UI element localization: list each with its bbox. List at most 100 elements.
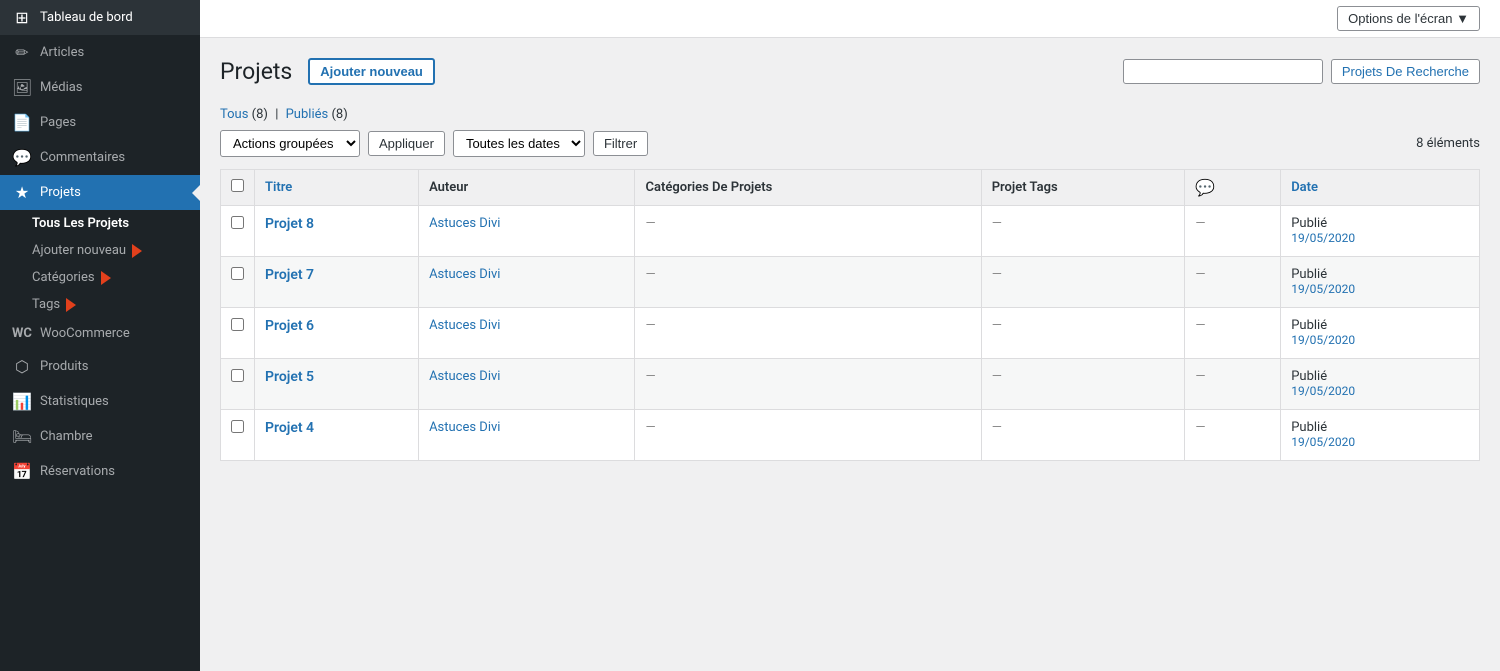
chambre-icon: 🛏 xyxy=(12,427,32,446)
project-link[interactable]: Projet 5 xyxy=(265,369,314,385)
row-categories-cell: — xyxy=(635,257,981,308)
submenu-item-ajouter-nouveau[interactable]: Ajouter nouveau xyxy=(0,237,200,264)
pages-icon: 📄 xyxy=(12,113,32,132)
search-input[interactable] xyxy=(1123,59,1323,84)
row-checkbox-cell xyxy=(221,359,255,410)
row-checkbox-cell xyxy=(221,257,255,308)
author-link[interactable]: Astuces Divi xyxy=(429,318,500,333)
categories-value: — xyxy=(645,216,655,231)
row-tags-cell: — xyxy=(981,257,1185,308)
row-auteur-cell: Astuces Divi xyxy=(419,206,635,257)
sidebar-item-pages[interactable]: 📄 Pages xyxy=(0,105,200,140)
all-count: (8) xyxy=(252,107,268,122)
published-filter-link[interactable]: Publiés xyxy=(286,107,329,122)
project-link[interactable]: Projet 6 xyxy=(265,318,314,334)
row-checkbox[interactable] xyxy=(231,216,244,229)
date-status: Publié xyxy=(1291,318,1327,333)
tags-value: — xyxy=(992,267,1002,282)
row-checkbox[interactable] xyxy=(231,369,244,382)
categories-value: — xyxy=(645,267,655,282)
comments-value: — xyxy=(1195,318,1205,333)
row-checkbox-cell xyxy=(221,410,255,461)
projects-table: Titre Auteur Catégories De Projets Proje… xyxy=(220,169,1480,461)
appliquer-button[interactable]: Appliquer xyxy=(368,131,445,156)
date-link[interactable]: 19/05/2020 xyxy=(1291,282,1355,296)
red-arrow-categories xyxy=(101,271,111,285)
row-comments-cell: — xyxy=(1185,257,1281,308)
row-date-cell: Publié 19/05/2020 xyxy=(1281,206,1480,257)
comment-icon: 💬 xyxy=(1195,178,1215,197)
filtrer-button[interactable]: Filtrer xyxy=(593,131,648,156)
woocommerce-icon: WC xyxy=(12,326,32,341)
table-body: Projet 8 Astuces Divi — — — Publié 19/05… xyxy=(221,206,1480,461)
row-tags-cell: — xyxy=(981,308,1185,359)
sidebar-item-reservations[interactable]: 📅 Réservations xyxy=(0,454,200,489)
submenu-header: Tous Les Projets xyxy=(0,210,200,237)
commentaires-icon: 💬 xyxy=(12,148,32,167)
project-link[interactable]: Projet 8 xyxy=(265,216,314,232)
author-link[interactable]: Astuces Divi xyxy=(429,267,500,282)
titre-header[interactable]: Titre xyxy=(255,170,419,206)
auteur-header: Auteur xyxy=(419,170,635,206)
actions-groupees-select[interactable]: Actions groupées xyxy=(220,130,360,157)
row-tags-cell: — xyxy=(981,359,1185,410)
options-de-lecran-button[interactable]: Options de l'écran ▼ xyxy=(1337,6,1480,31)
add-new-button[interactable]: Ajouter nouveau xyxy=(308,58,435,85)
statistiques-icon: 📊 xyxy=(12,392,32,411)
author-link[interactable]: Astuces Divi xyxy=(429,216,500,231)
sidebar-item-woocommerce[interactable]: WC WooCommerce xyxy=(0,318,200,349)
topbar: Options de l'écran ▼ xyxy=(200,0,1500,38)
date-status: Publié xyxy=(1291,420,1327,435)
row-checkbox[interactable] xyxy=(231,420,244,433)
date-link[interactable]: 19/05/2020 xyxy=(1291,333,1355,347)
row-comments-cell: — xyxy=(1185,308,1281,359)
date-header[interactable]: Date xyxy=(1281,170,1480,206)
sidebar-item-produits[interactable]: ⬡ Produits xyxy=(0,349,200,384)
sidebar-item-medias[interactable]: 🖼 Médias xyxy=(0,70,200,105)
all-filter-link[interactable]: Tous xyxy=(220,107,248,122)
comments-header: 💬 xyxy=(1185,170,1281,206)
date-link[interactable]: 19/05/2020 xyxy=(1291,231,1355,245)
select-all-checkbox[interactable] xyxy=(231,179,244,192)
search-button[interactable]: Projets De Recherche xyxy=(1331,59,1480,84)
date-link[interactable]: 19/05/2020 xyxy=(1291,435,1355,449)
toutes-les-dates-select[interactable]: Toutes les dates xyxy=(453,130,585,157)
row-checkbox[interactable] xyxy=(231,267,244,280)
row-categories-cell: — xyxy=(635,410,981,461)
row-checkbox-cell xyxy=(221,308,255,359)
date-link[interactable]: 19/05/2020 xyxy=(1291,384,1355,398)
tags-header: Projet Tags xyxy=(981,170,1185,206)
submenu-item-categories[interactable]: Catégories xyxy=(0,264,200,291)
sidebar-item-articles[interactable]: ✏ Articles xyxy=(0,35,200,70)
sidebar-item-projets[interactable]: ★ Projets xyxy=(0,175,200,210)
row-auteur-cell: Astuces Divi xyxy=(419,257,635,308)
produits-icon: ⬡ xyxy=(12,357,32,376)
row-tags-cell: — xyxy=(981,410,1185,461)
tags-value: — xyxy=(992,420,1002,435)
sidebar-item-statistiques[interactable]: 📊 Statistiques xyxy=(0,384,200,419)
table-row: Projet 7 Astuces Divi — — — Publié 19/05… xyxy=(221,257,1480,308)
row-comments-cell: — xyxy=(1185,359,1281,410)
search-area: Projets De Recherche xyxy=(1123,59,1480,84)
sidebar-item-tableau-de-bord[interactable]: ⊞ Tableau de bord xyxy=(0,0,200,35)
row-date-cell: Publié 19/05/2020 xyxy=(1281,257,1480,308)
project-link[interactable]: Projet 7 xyxy=(265,267,314,283)
red-arrow-tags xyxy=(66,298,76,312)
sidebar-item-chambre[interactable]: 🛏 Chambre xyxy=(0,419,200,454)
reservations-icon: 📅 xyxy=(12,462,32,481)
submenu-item-tags[interactable]: Tags xyxy=(0,291,200,318)
main-content: Options de l'écran ▼ Projets Ajouter nou… xyxy=(200,0,1500,671)
date-status: Publié xyxy=(1291,216,1327,231)
projets-submenu: Tous Les Projets Ajouter nouveau Catégor… xyxy=(0,210,200,318)
sidebar-item-commentaires[interactable]: 💬 Commentaires xyxy=(0,140,200,175)
row-date-cell: Publié 19/05/2020 xyxy=(1281,359,1480,410)
row-checkbox[interactable] xyxy=(231,318,244,331)
project-link[interactable]: Projet 4 xyxy=(265,420,314,436)
row-titre-cell: Projet 4 xyxy=(255,410,419,461)
table-row: Projet 6 Astuces Divi — — — Publié 19/05… xyxy=(221,308,1480,359)
row-auteur-cell: Astuces Divi xyxy=(419,359,635,410)
comments-value: — xyxy=(1195,369,1205,384)
row-comments-cell: — xyxy=(1185,206,1281,257)
author-link[interactable]: Astuces Divi xyxy=(429,420,500,435)
author-link[interactable]: Astuces Divi xyxy=(429,369,500,384)
